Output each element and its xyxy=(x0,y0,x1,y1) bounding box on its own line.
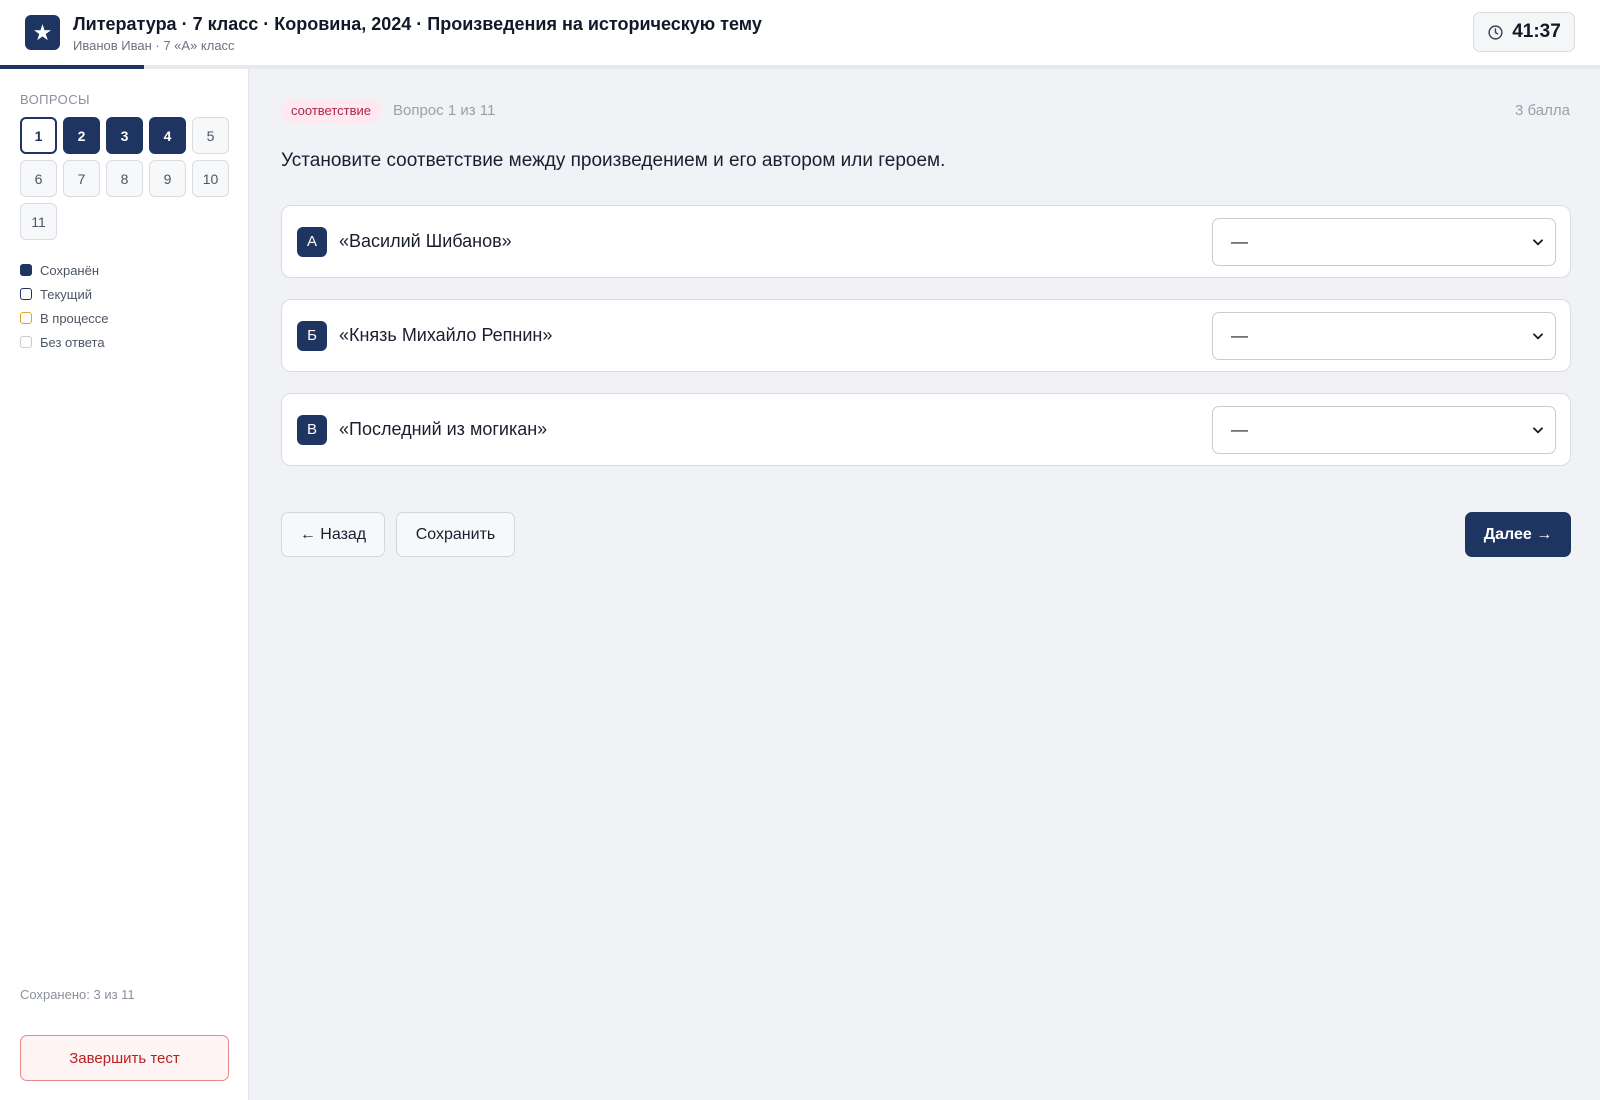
app-header: ★ Литература · 7 класс · Коровина, 2024 … xyxy=(0,0,1600,69)
saved-count: Сохранено: 3 из 11 xyxy=(20,987,135,1002)
row-work-title: «Василий Шибанов» xyxy=(339,231,512,251)
legend-swatch xyxy=(20,336,32,348)
questions-sidebar: ВОПРОСЫ 1 2 3 4 5 6 7 8 9 10 11 Сохранён Текущий В п… xyxy=(0,69,249,1100)
timer: 41:37 xyxy=(1473,12,1575,52)
student-info: Иванов Иван · 7 «А» класс xyxy=(73,38,235,53)
match-select[interactable]: — xyxy=(1212,218,1556,266)
match-select-value: — xyxy=(1231,420,1248,439)
question-nav-button[interactable]: 2 xyxy=(63,117,100,154)
chevron-down-icon xyxy=(1533,427,1543,434)
save-button[interactable]: Сохранить xyxy=(396,512,515,557)
finish-test-button[interactable]: Завершить тест xyxy=(20,1035,229,1081)
status-legend: Сохранён Текущий В процессе Без ответа xyxy=(20,258,109,354)
chevron-down-icon xyxy=(1533,333,1543,340)
question-type-badge: соответствие xyxy=(281,99,381,123)
match-row: Б «Князь Михайло Репнин» — xyxy=(281,299,1571,372)
match-row: В «Последний из могикан» — xyxy=(281,393,1571,466)
clock-icon xyxy=(1488,24,1503,40)
question-nav-button[interactable]: 7 xyxy=(63,160,100,197)
row-letter-badge: Б xyxy=(297,321,327,351)
match-row: А «Василий Шибанов» — xyxy=(281,205,1571,278)
sidebar-heading: ВОПРОСЫ xyxy=(20,92,90,107)
question-nav-button[interactable]: 6 xyxy=(20,160,57,197)
row-work-title: «Последний из могикан» xyxy=(339,419,548,439)
legend-item: Без ответа xyxy=(20,330,109,354)
legend-swatch xyxy=(20,312,32,324)
timer-value: 41:37 xyxy=(1512,21,1561,42)
legend-item: В процессе xyxy=(20,306,109,330)
back-button[interactable]: ← Назад xyxy=(281,512,385,557)
row-work-title: «Князь Михайло Репнин» xyxy=(339,325,553,345)
question-nav-button[interactable]: 11 xyxy=(20,203,57,240)
next-button[interactable]: Далее → xyxy=(1465,512,1571,557)
match-select[interactable]: — xyxy=(1212,312,1556,360)
legend-label: Сохранён xyxy=(40,262,100,278)
match-select-value: — xyxy=(1231,232,1248,251)
question-nav-button[interactable]: 9 xyxy=(149,160,186,197)
question-nav-button[interactable]: 3 xyxy=(106,117,143,154)
question-counter: Вопрос 1 из 11 xyxy=(393,102,496,119)
legend-swatch xyxy=(20,264,32,276)
chevron-down-icon xyxy=(1533,239,1543,246)
legend-swatch xyxy=(20,288,32,300)
page-title: Литература · 7 класс · Коровина, 2024 · … xyxy=(73,14,762,34)
question-grid: 1 2 3 4 5 6 7 8 9 10 11 xyxy=(20,117,235,240)
question-nav-button[interactable]: 5 xyxy=(192,117,229,154)
question-nav-button[interactable]: 1 xyxy=(20,117,57,154)
legend-item: Сохранён xyxy=(20,258,109,282)
question-points: 3 балла xyxy=(1515,102,1570,119)
legend-label: В процессе xyxy=(40,310,109,326)
legend-label: Без ответа xyxy=(40,334,105,350)
match-select-value: — xyxy=(1231,326,1248,345)
question-nav-button[interactable]: 4 xyxy=(149,117,186,154)
star-logo-icon: ★ xyxy=(25,15,60,50)
row-letter-badge: А xyxy=(297,227,327,257)
legend-label: Текущий xyxy=(40,286,92,302)
question-text: Установите соответствие между произведен… xyxy=(281,150,946,171)
question-nav-button[interactable]: 10 xyxy=(192,160,229,197)
question-nav-button[interactable]: 8 xyxy=(106,160,143,197)
legend-item: Текущий xyxy=(20,282,109,306)
row-letter-badge: В xyxy=(297,415,327,445)
match-select[interactable]: — xyxy=(1212,406,1556,454)
